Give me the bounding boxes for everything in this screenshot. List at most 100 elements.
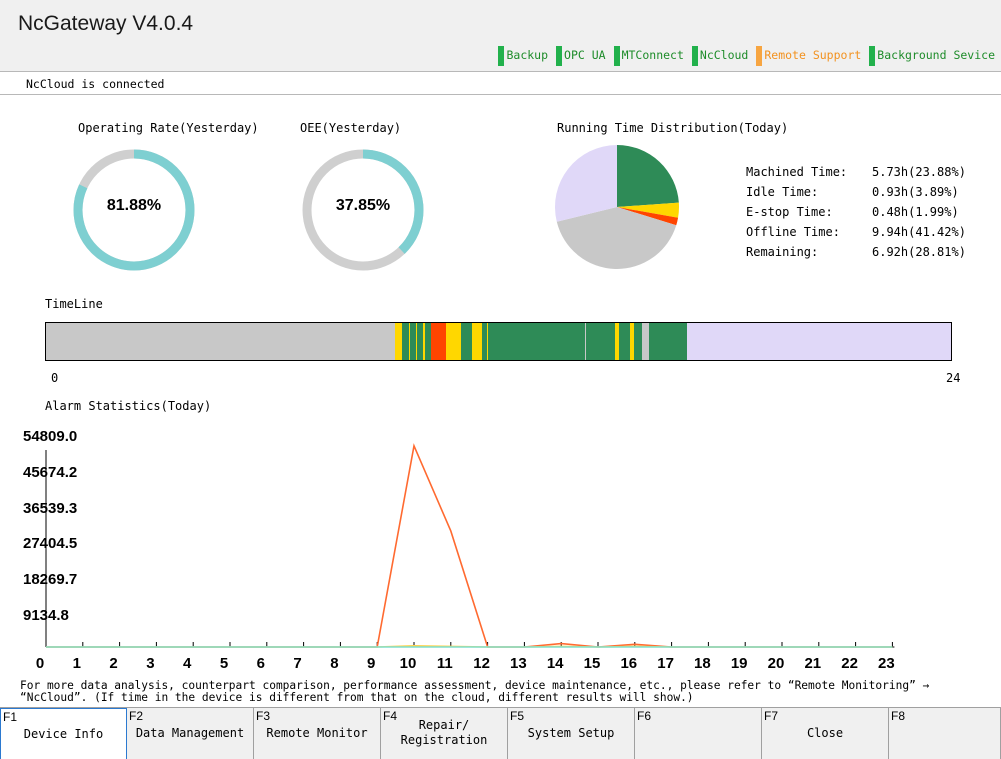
oee-gauge: 37.85%: [300, 147, 426, 273]
timeline-segment: [687, 323, 951, 360]
service-tab-mtconnect[interactable]: MTConnect: [613, 46, 686, 66]
legend-key: Idle Time:: [746, 185, 819, 199]
oee-value: 37.85%: [335, 197, 391, 214]
service-tab-nccloud[interactable]: NcCloud: [691, 46, 750, 66]
timeline-segment: [634, 323, 642, 360]
function-key-bar: F1 Device Info F2 Data Management F3 Remote M…: [0, 707, 1001, 759]
x-tick-label: 18: [694, 655, 711, 672]
x-tick-label: 20: [767, 655, 785, 672]
fkey-f4[interactable]: F4 Repair/ Registration: [381, 708, 508, 759]
service-tab-background-sevice[interactable]: Background Sevice: [869, 46, 997, 66]
service-tab-label: OPC UA: [564, 48, 606, 62]
legend-value: 0.48h(1.99%): [872, 205, 959, 219]
fkey-f5[interactable]: F5 System Setup: [508, 708, 635, 759]
oee-label: OEE(Yesterday): [300, 121, 402, 135]
app-title: NcGateway V4.0.4: [18, 12, 194, 35]
x-tick-label: 14: [546, 655, 564, 672]
fkey-number: F5: [510, 709, 525, 723]
timeline-segment: [394, 323, 403, 360]
timeline-segment: [445, 323, 461, 360]
legend-key: Machined Time:: [746, 165, 848, 179]
timeline-segment: [46, 323, 395, 360]
timeline-segment: [460, 323, 473, 360]
legend-key: E-stop Time:: [746, 205, 833, 219]
x-tick-label: 5: [219, 655, 229, 672]
operating-rate-gauge: 81.88%: [71, 147, 197, 273]
x-tick-label: 8: [330, 655, 339, 672]
x-tick-label: 9: [367, 655, 376, 672]
y-tick-label: 27404.5: [23, 535, 78, 553]
x-tick-label: 12: [473, 655, 490, 672]
timeline-segment: [481, 323, 616, 360]
x-tick-label: 19: [730, 655, 748, 672]
fkey-number: F1: [3, 710, 18, 724]
timeline-segment: [641, 323, 650, 360]
x-tick-label: 1: [72, 655, 81, 672]
operating-rate-value: 81.88%: [106, 197, 162, 214]
x-tick-label: 23: [878, 655, 895, 672]
fkey-f1[interactable]: F1 Device Info: [0, 708, 127, 759]
timeline-segment: [487, 323, 489, 360]
service-tab-label: Remote Support: [764, 48, 862, 62]
x-tick-label: 4: [183, 655, 192, 672]
timeline-bar: [45, 322, 952, 361]
service-tab-label: NcCloud: [699, 48, 749, 62]
alarm-chart: [45, 443, 895, 648]
y-tick-label: 36539.3: [23, 499, 78, 517]
fkey-number: F2: [129, 709, 144, 723]
fkey-number: F3: [256, 709, 271, 723]
legend-key: Offline Time:: [746, 225, 840, 239]
y-tick-label: 18269.7: [23, 571, 78, 589]
service-tab-label: Background Sevice: [877, 48, 995, 62]
x-tick-label: 2: [109, 655, 118, 672]
fkey-number: F6: [637, 709, 652, 723]
service-tabs: Backup OPC UA MTConnect NcCloud Remote Suppo…: [498, 46, 997, 66]
legend-key: Remaining:: [746, 245, 819, 259]
fkey-label: System Setup: [527, 726, 615, 740]
x-tick-label: 21: [804, 655, 822, 672]
legend-row: Machined Time: 5.73h(23.88%): [746, 165, 966, 179]
fkey-f8[interactable]: F8: [889, 708, 1001, 759]
legend-value: 6.92h(28.81%): [872, 245, 966, 259]
x-tick-label: 15: [583, 655, 601, 672]
y-tick-label: 9134.8: [23, 607, 69, 624]
alarm-series-line: [46, 443, 893, 648]
service-tab-remote-support[interactable]: Remote Support: [756, 46, 863, 66]
fkey-f7[interactable]: F7 Close: [762, 708, 889, 759]
fkey-label: Device Info: [23, 727, 104, 741]
legend-value: 0.93h(3.89%): [872, 185, 959, 199]
service-tab-backup[interactable]: Backup: [498, 46, 550, 66]
x-tick-label: 10: [399, 655, 417, 672]
running-time-label: Running Time Distribution(Today): [557, 121, 789, 135]
fkey-label: Data Management: [135, 726, 245, 740]
fkey-label: Repair/ Registration: [400, 718, 488, 747]
x-tick-label: 6: [256, 655, 265, 672]
x-tick-label: 11: [436, 655, 453, 672]
x-tick-label: 3: [146, 655, 155, 672]
timeline-segment: [408, 323, 411, 360]
x-tick-label: 16: [620, 655, 638, 672]
alarm-label: Alarm Statistics(Today): [45, 399, 212, 413]
fkey-label: Close: [806, 726, 844, 740]
app-header: NcGateway V4.0.4 Backup OPC UA MTConnect Nc…: [0, 0, 1001, 72]
service-tab-label: MTConnect: [621, 48, 684, 62]
timeline-segment: [649, 323, 688, 360]
x-tick-label: 0: [35, 655, 45, 672]
operating-rate-label: Operating Rate(Yesterday): [78, 121, 259, 135]
timeline-start: 0: [51, 371, 59, 385]
fkey-f6[interactable]: F6: [635, 708, 762, 759]
timeline-label: TimeLine: [45, 297, 103, 311]
service-tab-opc-ua[interactable]: OPC UA: [556, 46, 608, 66]
fkey-number: F8: [891, 709, 906, 723]
legend-row: Remaining: 6.92h(28.81%): [746, 245, 966, 259]
fkey-number: F7: [764, 709, 779, 723]
fkey-f2[interactable]: F2 Data Management: [127, 708, 254, 759]
x-tick-label: 22: [841, 655, 858, 672]
timeline-segment: [415, 323, 418, 360]
service-tab-label: Backup: [506, 48, 549, 62]
pie-slice: [617, 145, 679, 207]
legend-row: E-stop Time: 0.48h(1.99%): [746, 205, 959, 219]
legend-value: 5.73h(23.88%): [872, 165, 966, 179]
timeline-end: 24: [946, 371, 961, 385]
fkey-f3[interactable]: F3 Remote Monitor: [254, 708, 381, 759]
